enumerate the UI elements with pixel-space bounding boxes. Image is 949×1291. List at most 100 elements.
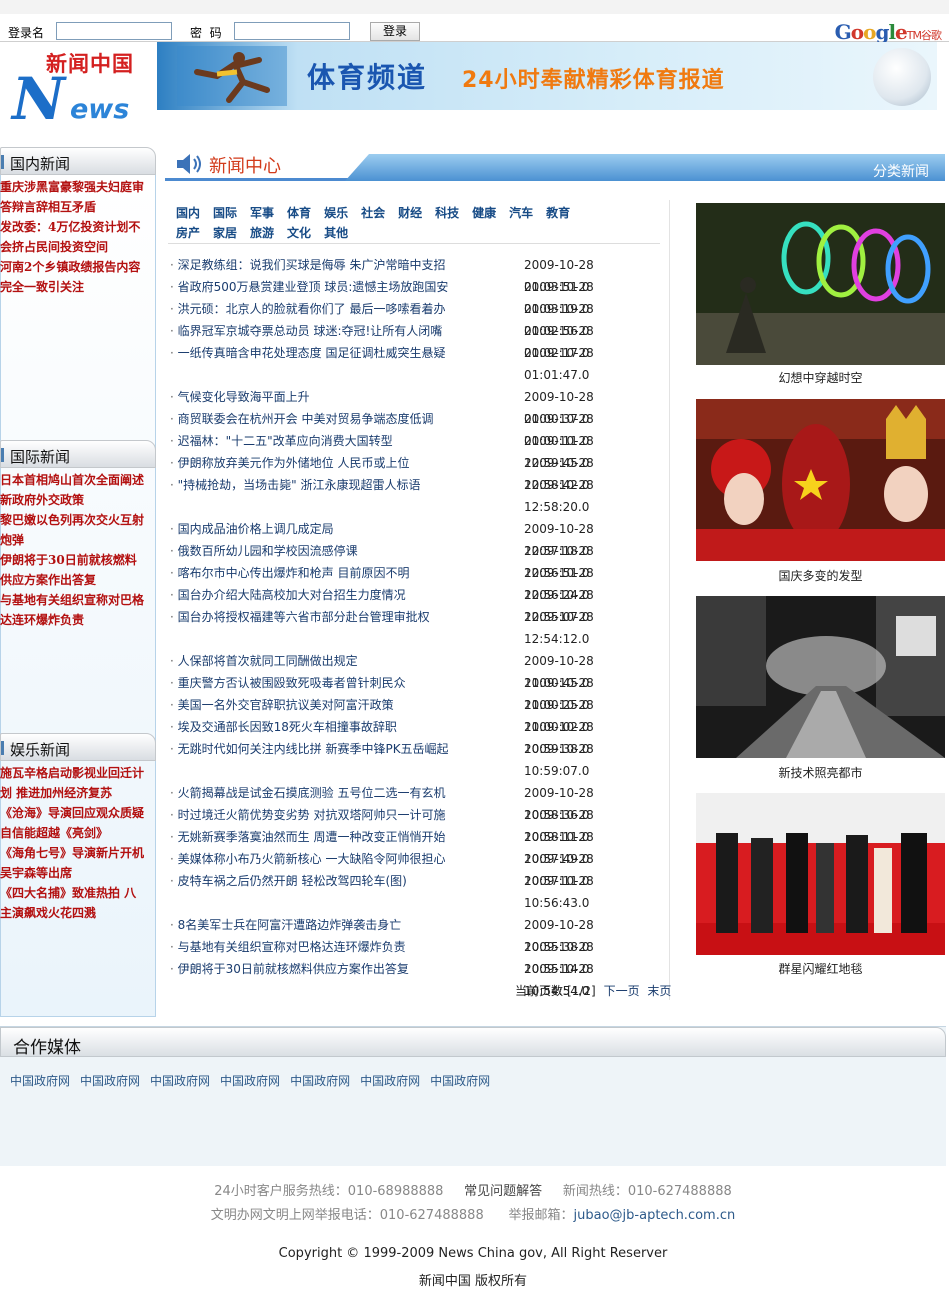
news-title-link[interactable]: 临界冠军京城夺票总动员 球迷:夺冠!让所有人闭嘴 [170, 320, 443, 342]
list-item[interactable]: 供应方案作出答复 [0, 570, 156, 590]
partner-link[interactable]: 中国政府网 [290, 1074, 350, 1088]
partner-link[interactable]: 中国政府网 [10, 1074, 70, 1088]
list-item[interactable]: 答辩言辞相互矛盾 [0, 197, 156, 217]
report-phone: 文明办网文明上网举报电话：010-627488888 [210, 1208, 484, 1223]
category-link[interactable]: 旅游 [250, 224, 274, 241]
list-item[interactable]: 主演飙戏火花四溅 [0, 903, 156, 923]
username-input[interactable] [56, 22, 172, 40]
login-button[interactable]: 登录 [370, 22, 420, 41]
news-title-link[interactable]: 火箭揭幕战是试金石摸底测验 五号位二选一有玄机 [170, 782, 446, 804]
faq-link[interactable]: 常见问题解答 [464, 1184, 542, 1199]
category-link[interactable]: 娱乐 [324, 204, 348, 221]
photo-hairstyle[interactable] [696, 399, 945, 561]
tab-category-news[interactable]: 分类新闻 [345, 154, 945, 181]
news-title-link[interactable]: 重庆警方否认被围殴致死吸毒者曾针刺民众 [170, 672, 406, 694]
category-link[interactable]: 财经 [398, 204, 422, 221]
category-link[interactable]: 教育 [546, 204, 570, 221]
list-item[interactable]: 发改委：4万亿投资计划不 [0, 217, 156, 237]
news-title-link[interactable]: 国台办介绍大陆高校加大对台招生力度情况 [170, 584, 406, 606]
news-title-link[interactable]: 与基地有关组织宣称对巴格达连环爆炸负责 [170, 936, 406, 958]
partner-link[interactable]: 中国政府网 [150, 1074, 210, 1088]
partner-link[interactable]: 中国政府网 [430, 1074, 490, 1088]
list-item[interactable]: 重庆涉黑富豪黎强夫妇庭审 [0, 177, 156, 197]
list-item[interactable]: 《沧海》导演回应观众质疑 [0, 803, 156, 823]
category-link[interactable]: 房产 [176, 224, 200, 241]
news-title-link[interactable]: 深足教练组：说我们买球是侮辱 朱广沪常暗中支招 [170, 254, 446, 276]
news-row: 深足教练组：说我们买球是侮辱 朱广沪常暗中支招2009-10-28 01:03:… [170, 254, 660, 294]
photo-time-travel[interactable] [696, 203, 945, 365]
category-link[interactable]: 健康 [472, 204, 496, 221]
category-link[interactable]: 军事 [250, 204, 274, 221]
list-item[interactable]: 黎巴嫩以色列再次交火互射 [0, 510, 156, 530]
password-input[interactable] [234, 22, 350, 40]
site-logo[interactable]: 新闻中国 N ews [10, 48, 155, 128]
report-email-link[interactable]: jubao@jb-aptech.com.cn [574, 1208, 736, 1223]
sidebar-head-domestic[interactable]: 国内新闻 [0, 147, 156, 175]
news-row: 临界冠军京城夺票总动员 球迷:夺冠!让所有人闭嘴2009-10-28 01:02… [170, 320, 660, 360]
news-title-link[interactable]: 伊朗称放弃美元作为外储地位 人民币或上位 [170, 452, 410, 474]
last-page-link[interactable]: 末页 [647, 984, 671, 998]
category-link[interactable]: 科技 [435, 204, 459, 221]
list-item[interactable]: 完全一致引关注 [0, 277, 156, 297]
list-item[interactable]: 日本首相鸠山首次全面阐述 [0, 470, 156, 490]
news-title-link[interactable]: 美媒体称小布乃火箭新核心 一大缺陷令阿帅很担心 [170, 848, 446, 870]
photo-caption[interactable]: 新技术照亮都市 [696, 764, 945, 781]
news-title-link[interactable]: 无跳时代如何关注内线比拼 新赛季中锋PK五岳崛起 [170, 738, 449, 760]
list-item[interactable]: 划 推进加州经济复苏 [0, 783, 156, 803]
news-title-link[interactable]: 人保部将首次就同工同酬做出规定 [170, 650, 358, 672]
news-title-link[interactable]: 8名美军士兵在阿富汗遭路边炸弹袭击身亡 [170, 914, 402, 936]
news-title-link[interactable]: 伊朗将于30日前就核燃料供应方案作出答复 [170, 958, 409, 980]
list-item[interactable]: 达连环爆炸负责 [0, 610, 156, 630]
news-title-link[interactable]: "持械抢劫，当场击毙" 浙江永康现超雷人标语 [170, 474, 421, 496]
next-page-link[interactable]: 下一页 [604, 984, 640, 998]
category-link[interactable]: 家居 [213, 224, 237, 241]
partner-link[interactable]: 中国政府网 [80, 1074, 140, 1088]
news-title-link[interactable]: 迟福林："十二五"改革应向消费大国转型 [170, 430, 393, 452]
news-title-link[interactable]: 皮特车祸之后仍然开朗 轻松改驾四轮车(图) [170, 870, 407, 892]
news-title-link[interactable]: 一纸传真暗含申花处理态度 国足征调杜威突生悬疑 [170, 342, 446, 364]
news-title-link[interactable]: 美国一名外交官辞职抗议美对阿富汗政策 [170, 694, 394, 716]
news-title-link[interactable]: 无姚新赛季落寞油然而生 周遭一种改变正悄悄开始 [170, 826, 446, 848]
category-link[interactable]: 汽车 [509, 204, 533, 221]
list-item[interactable]: 会挤占民间投资空间 [0, 237, 156, 257]
hotline-text: 24小时客户服务热线：010-68988888 [214, 1184, 444, 1199]
news-title-link[interactable]: 洪元硕：北京人的脸就看你们了 最后一哆嗦看着办 [170, 298, 446, 320]
photo-caption[interactable]: 群星闪耀红地毯 [696, 960, 945, 977]
news-title-link[interactable]: 俄数百所幼儿园和学校因流感停课 [170, 540, 358, 562]
list-item[interactable]: 自信能超越《亮剑》 [0, 823, 156, 843]
news-title-link[interactable]: 省政府500万悬赏建业登顶 球员:遗憾主场放跑国安 [170, 276, 449, 298]
news-title-link[interactable]: 国内成品油价格上调几成定局 [170, 518, 334, 540]
sidebar-head-international[interactable]: 国际新闻 [0, 440, 156, 468]
list-item[interactable]: 伊朗将于30日前就核燃料 [0, 550, 156, 570]
news-title-link[interactable]: 埃及交通部长因致18死火车相撞事故辞职 [170, 716, 397, 738]
sidebar-head-entertainment[interactable]: 娱乐新闻 [0, 733, 156, 761]
list-item[interactable]: 《海角七号》导演新片开机 [0, 843, 156, 863]
category-link[interactable]: 社会 [361, 204, 385, 221]
category-link[interactable]: 其他 [324, 224, 348, 241]
sports-banner[interactable]: 体育频道 24小时奉献精彩体育报道 [157, 42, 937, 110]
category-link[interactable]: 文化 [287, 224, 311, 241]
list-item[interactable]: 施瓦辛格启动影视业回迁计 [0, 763, 156, 783]
photo-city-lights[interactable] [696, 596, 945, 758]
category-link[interactable]: 国内 [176, 204, 200, 221]
list-item[interactable]: 与基地有关组织宣称对巴格 [0, 590, 156, 610]
category-link[interactable]: 体育 [287, 204, 311, 221]
news-title-link[interactable]: 喀布尔市中心传出爆炸和枪声 目前原因不明 [170, 562, 410, 584]
list-item[interactable]: 新政府外交政策 [0, 490, 156, 510]
news-title-link[interactable]: 气候变化导致海平面上升 [170, 386, 310, 408]
list-item[interactable]: 吴宇森等出席 [0, 863, 156, 883]
photo-caption[interactable]: 幻想中穿越时空 [696, 369, 945, 386]
list-item[interactable]: 河南2个乡镇政绩报告内容 [0, 257, 156, 277]
partner-link[interactable]: 中国政府网 [220, 1074, 280, 1088]
google-logo[interactable]: GoogleTM谷歌 [835, 20, 942, 44]
list-item[interactable]: 《四大名捕》致准热拍 八 [0, 883, 156, 903]
list-item[interactable]: 炮弹 [0, 530, 156, 550]
news-row: 迟福林："十二五"改革应向消费大国转型2009-10-28 12:59:45.0 [170, 430, 660, 470]
photo-caption[interactable]: 国庆多变的发型 [696, 567, 945, 584]
category-link[interactable]: 国际 [213, 204, 237, 221]
partner-link[interactable]: 中国政府网 [360, 1074, 420, 1088]
news-title-link[interactable]: 时过境迁火箭优势变劣势 对抗双塔阿帅只一计可施 [170, 804, 446, 826]
news-title-link[interactable]: 国台办将授权福建等六省市部分赴台管理审批权 [170, 606, 430, 628]
news-title-link[interactable]: 商贸联委会在杭州开会 中美对贸易争端态度低调 [170, 408, 434, 430]
photo-red-carpet[interactable] [696, 793, 945, 955]
